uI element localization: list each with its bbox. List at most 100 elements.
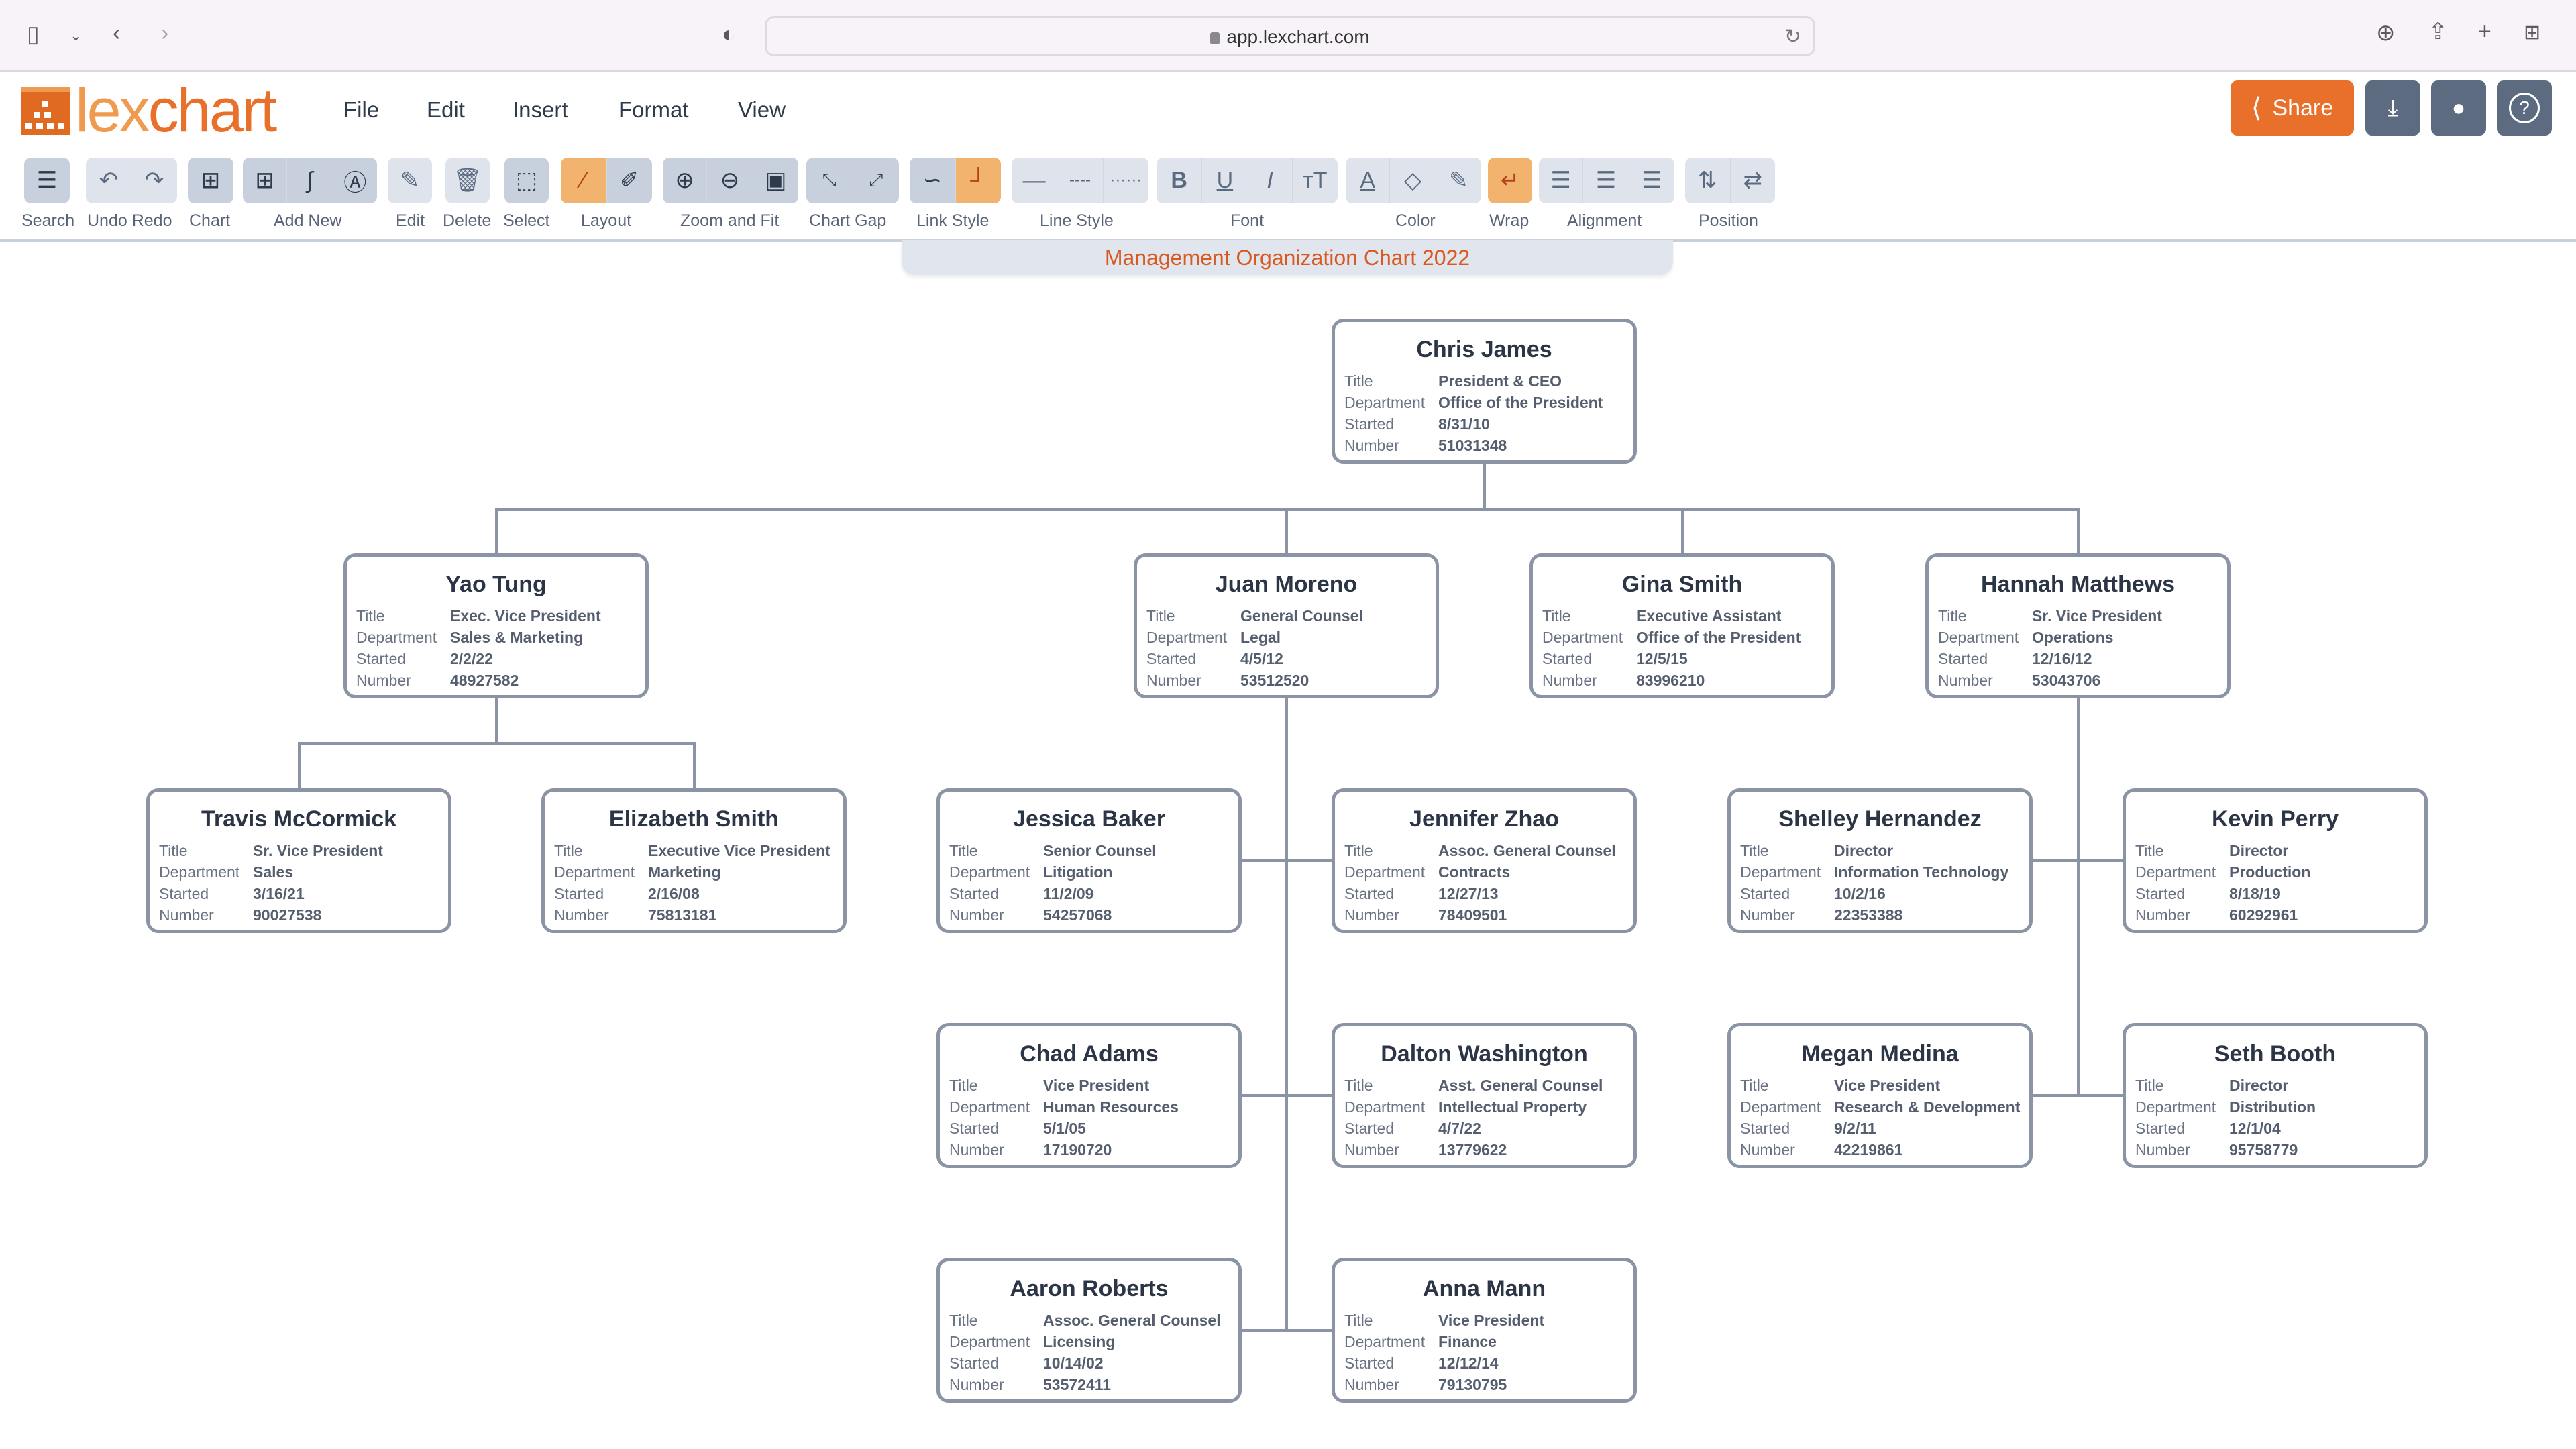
help-button[interactable]: ? — [2497, 80, 2552, 136]
sidebar-icon[interactable]: ▯ — [27, 23, 40, 46]
org-node[interactable]: Jessica Baker Title Senior Counsel Departme… — [936, 788, 1242, 933]
field-label: Started — [2135, 885, 2186, 902]
zoom-out-icon[interactable]: ⊖ — [707, 158, 753, 203]
wrap-button[interactable]: ↵ — [1488, 158, 1532, 203]
node-name: Jessica Baker — [1013, 806, 1165, 832]
align-left-icon[interactable]: ☰ — [1539, 158, 1584, 203]
field-row-department: Department Information Technology — [1740, 861, 2008, 883]
logo-text-chart: chart — [148, 76, 278, 145]
org-node[interactable]: Shelley Hernandez Title Director Department… — [1727, 788, 2033, 933]
dashed-line-icon[interactable]: ---- — [1057, 158, 1104, 203]
line-color-icon[interactable]: ✎ — [1436, 158, 1481, 203]
reload-icon[interactable]: ↻ — [1784, 25, 1801, 48]
field-value: 53572411 — [1043, 1376, 1112, 1393]
field-label: Started — [1344, 1354, 1395, 1372]
select-button[interactable]: ⬚ — [504, 158, 549, 203]
field-value: Production — [2229, 863, 2311, 881]
node-fields: Title Sr. Vice President Department Operati… — [1938, 605, 2162, 691]
node-name: Anna Mann — [1422, 1276, 1546, 1301]
shrink-gap-icon[interactable]: ⤢ — [853, 158, 900, 203]
org-node[interactable]: Anna Mann Title Vice President Department Fi… — [1332, 1258, 1637, 1403]
align-center-icon[interactable]: ☰ — [1583, 158, 1629, 203]
horizontal-position-icon[interactable]: ⇄ — [1731, 158, 1776, 203]
chart-button[interactable]: ⊞ — [188, 158, 233, 203]
add-text-icon[interactable]: Ⓐ — [333, 158, 377, 203]
org-node[interactable]: Dalton Washington Title Asst. General Coun… — [1332, 1023, 1637, 1168]
share-icon[interactable]: ⇪ — [2428, 20, 2448, 43]
field-label: Department — [159, 863, 240, 881]
vertical-position-icon[interactable]: ⇅ — [1685, 158, 1731, 203]
field-label: Number — [949, 906, 1004, 924]
field-row-title: Title Director — [1740, 840, 2008, 861]
lexchart-logo[interactable]: lexchart — [21, 80, 277, 142]
underline-icon[interactable]: U — [1202, 158, 1248, 203]
menu-file[interactable]: File — [343, 97, 379, 123]
org-node[interactable]: Elizabeth Smith Title Executive Vice Presi… — [541, 788, 847, 933]
new-tab-icon[interactable]: + — [2478, 20, 2491, 43]
menu-insert[interactable]: Insert — [513, 97, 568, 123]
menu-view[interactable]: View — [738, 97, 786, 123]
delete-button[interactable]: 🗑 — [445, 158, 490, 203]
search-button[interactable]: ☰ — [24, 158, 70, 203]
add-new-group: ⊞ ∫ Ⓐ — [243, 158, 377, 203]
fill-color-icon[interactable]: ◇ — [1390, 158, 1436, 203]
download-button[interactable]: ⤓ — [2365, 80, 2420, 136]
browser-toolbar: ▯ ⌄ ‹ › ◐ app.lexchart.com ↻ ⊕ ⇪ + ⊞ — [0, 0, 2576, 72]
field-row-department: Department Litigation — [949, 861, 1157, 883]
manual-layout-icon[interactable]: ✐ — [607, 158, 653, 203]
org-node[interactable]: Jennifer Zhao Title Assoc. General Counsel… — [1332, 788, 1637, 933]
dotted-line-icon[interactable]: ······ — [1104, 158, 1148, 203]
field-row-title: Title Assoc. General Counsel — [1344, 840, 1616, 861]
font-size-icon[interactable]: тT — [1293, 158, 1338, 203]
org-node[interactable]: Seth Booth Title Director Department Distrib… — [2123, 1023, 2428, 1168]
org-node[interactable]: Hannah Matthews Title Sr. Vice President De… — [1925, 553, 2231, 698]
edit-button[interactable]: ✎ — [388, 158, 432, 203]
address-bar[interactable]: app.lexchart.com ↻ — [765, 16, 1815, 56]
forward-icon[interactable]: › — [161, 21, 168, 44]
tab-overview-icon[interactable]: ⊞ — [2524, 21, 2540, 44]
expand-gap-icon[interactable]: ⤡ — [806, 158, 853, 203]
org-node[interactable]: Chris James Title President & CEO Departmen… — [1332, 319, 1637, 464]
download-icon[interactable]: ⊕ — [2376, 21, 2396, 44]
org-node[interactable]: Travis McCormick Title Sr. Vice President D… — [146, 788, 451, 933]
fit-icon[interactable]: ▣ — [753, 158, 798, 203]
auto-layout-wand-icon[interactable]: ⁄ — [561, 158, 607, 203]
chart-title-bar[interactable]: Management Organization Chart 2022 — [902, 240, 1673, 275]
node-fields: Title Vice President Department Finance Star… — [1344, 1309, 1544, 1395]
redo-icon[interactable]: ↷ — [131, 158, 177, 203]
field-value: Assoc. General Counsel — [1438, 842, 1616, 859]
solid-line-icon[interactable]: — — [1012, 158, 1058, 203]
user-icon: ● — [2451, 95, 2466, 121]
org-node[interactable]: Chad Adams Title Vice President Department H… — [936, 1023, 1242, 1168]
back-icon[interactable]: ‹ — [113, 21, 120, 44]
chevron-down-icon[interactable]: ⌄ — [70, 24, 82, 47]
bold-icon[interactable]: B — [1157, 158, 1203, 203]
org-node[interactable]: Juan Moreno Title General Counsel Departmen… — [1134, 553, 1439, 698]
org-node[interactable]: Megan Medina Title Vice President Departmen… — [1727, 1023, 2033, 1168]
shield-icon[interactable]: ◐ — [722, 23, 736, 46]
zoom-in-icon[interactable]: ⊕ — [663, 158, 708, 203]
undo-icon[interactable]: ↶ — [86, 158, 131, 203]
add-box-icon[interactable]: ⊞ — [243, 158, 288, 203]
menu-edit[interactable]: Edit — [427, 97, 465, 123]
field-row-started: Started 10/2/16 — [1740, 883, 2008, 904]
elbow-link-icon[interactable]: ┘ — [955, 158, 1001, 203]
share-button[interactable]: ⟨ Share — [2231, 80, 2354, 136]
field-label: Title — [1344, 372, 1373, 390]
org-node[interactable]: Kevin Perry Title Director Department Produc… — [2123, 788, 2428, 933]
add-link-icon[interactable]: ∫ — [287, 158, 333, 203]
menu-format[interactable]: Format — [619, 97, 689, 123]
connector-line — [2076, 508, 2080, 553]
org-node[interactable]: Aaron Roberts Title Assoc. General Counsel… — [936, 1258, 1242, 1403]
align-right-icon[interactable]: ☰ — [1629, 158, 1674, 203]
connector-line — [1242, 1329, 1332, 1332]
text-color-icon[interactable]: A — [1346, 158, 1391, 203]
account-button[interactable]: ● — [2431, 80, 2486, 136]
field-row-title: Title Asst. General Counsel — [1344, 1075, 1603, 1096]
org-node[interactable]: Gina Smith Title Executive Assistant Depart… — [1529, 553, 1835, 698]
trash-icon: 🗑 — [453, 168, 482, 193]
field-label: Number — [1740, 1141, 1795, 1159]
curved-link-icon[interactable]: ∽ — [910, 158, 956, 203]
italic-icon[interactable]: I — [1248, 158, 1293, 203]
org-node[interactable]: Yao Tung Title Exec. Vice President Departm… — [343, 553, 649, 698]
